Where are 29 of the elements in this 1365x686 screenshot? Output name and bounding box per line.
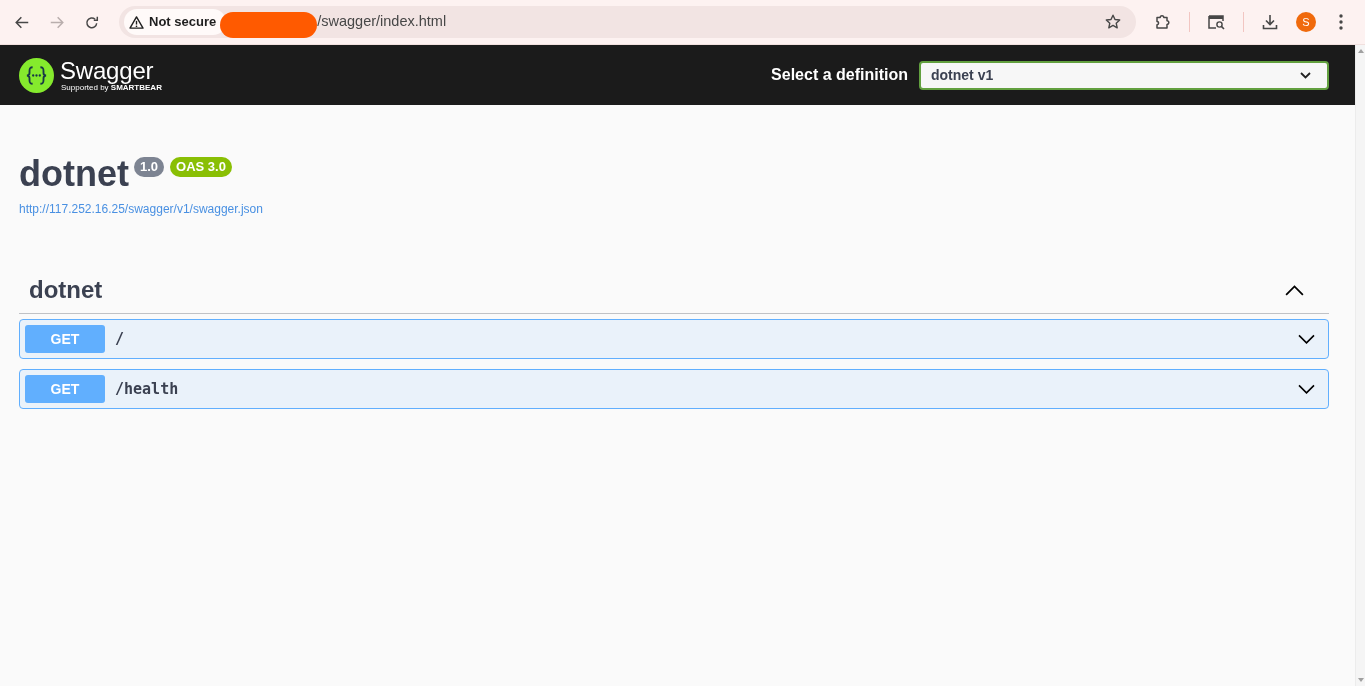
download-icon[interactable]: [1262, 14, 1278, 30]
oas-badge: OAS 3.0: [170, 157, 232, 177]
chevron-down-icon[interactable]: [1298, 334, 1315, 344]
warning-icon: [129, 15, 144, 29]
operation-row[interactable]: GET /: [19, 319, 1329, 359]
window-search-icon[interactable]: [1208, 14, 1225, 30]
api-title: dotnet: [19, 152, 129, 195]
operation-row[interactable]: GET /health: [19, 369, 1329, 409]
definition-select[interactable]: dotnet v1: [919, 60, 1329, 90]
endpoint-path: /: [114, 328, 126, 350]
chevron-down-icon[interactable]: [1298, 384, 1315, 394]
endpoint-path: /health: [114, 378, 180, 400]
url-text[interactable]: /swagger/index.html: [317, 11, 1105, 33]
logo-icon[interactable]: [19, 57, 54, 93]
reload-icon: [85, 15, 99, 29]
chevron-down-icon: [1300, 71, 1311, 79]
address-field[interactable]: Not secure /swagger/index.html: [119, 6, 1136, 38]
forward-arrow-icon: [50, 15, 64, 29]
brand-name: Swagger: [60, 57, 155, 83]
chevron-up-icon[interactable]: [1285, 285, 1304, 296]
puzzle-icon[interactable]: [1155, 14, 1171, 30]
back-arrow-icon: [15, 15, 29, 29]
method-badge: GET: [25, 375, 105, 403]
menu-icon[interactable]: [1339, 14, 1343, 30]
definition-label: Select a definition: [771, 65, 908, 85]
tag-title[interactable]: dotnet: [29, 276, 103, 305]
method-badge: GET: [25, 325, 105, 353]
version-badge: 1.0: [133, 157, 165, 177]
star-icon[interactable]: [1105, 14, 1121, 30]
